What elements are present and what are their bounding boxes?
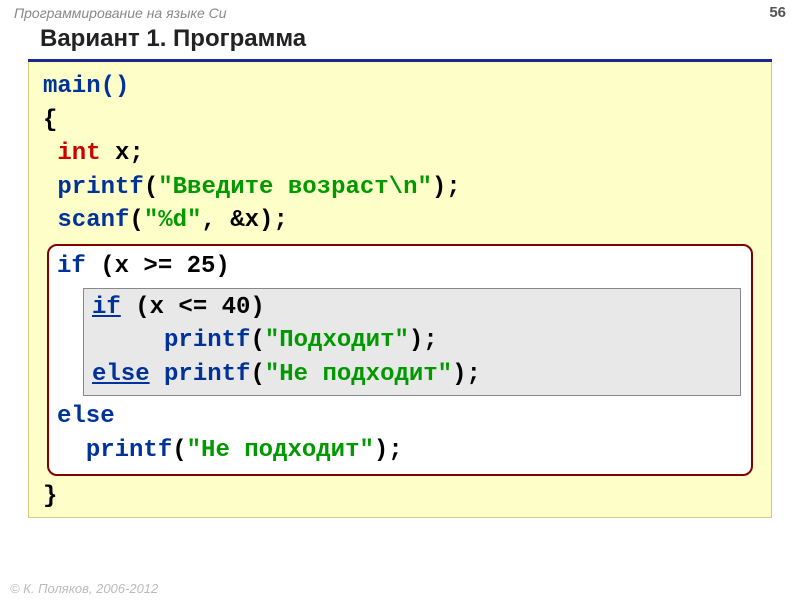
kw-printf: printf	[57, 174, 143, 201]
code-line: printf("Подходит");	[92, 324, 732, 358]
kw-scanf: scanf	[57, 207, 129, 234]
code-line: if (x >= 25)	[57, 250, 741, 284]
code-line: printf("Введите возраст\n");	[43, 171, 757, 205]
code-line: }	[43, 480, 757, 514]
course-name: Программирование на языке Си	[14, 5, 227, 21]
code-line: {	[43, 104, 757, 138]
kw-else: else	[57, 403, 115, 430]
string: "Введите возраст\n"	[158, 174, 432, 201]
footer-copyright: © К. Поляков, 2006-2012	[10, 581, 158, 596]
string: "%d"	[144, 207, 202, 234]
kw-if: if	[57, 253, 86, 280]
string: "Подходит"	[265, 327, 409, 354]
kw-else: else	[92, 361, 150, 388]
inner-highlight-box: if (x <= 40) printf("Подходит"); else pr…	[83, 288, 741, 397]
kw-printf: printf	[164, 361, 250, 388]
kw-main: main()	[43, 73, 129, 100]
code-line: printf("Не подходит");	[57, 434, 741, 468]
kw-int: int	[57, 140, 100, 167]
code-line: scanf("%d", &x);	[43, 204, 757, 238]
code-block: main() { int x; printf("Введите возраст\…	[28, 62, 772, 518]
string: "Не подходит"	[187, 437, 374, 464]
slide-title: Вариант 1. Программа	[0, 23, 800, 59]
code-line: int x;	[43, 137, 757, 171]
code-line: main()	[43, 70, 757, 104]
slide-header: Программирование на языке Си 56	[0, 0, 800, 23]
code-line: if (x <= 40)	[92, 291, 732, 325]
kw-if: if	[92, 294, 121, 321]
code-line: else	[57, 400, 741, 434]
string: "Не подходит"	[265, 361, 452, 388]
code-line: else printf("Не подходит");	[92, 358, 732, 392]
kw-printf: printf	[164, 327, 250, 354]
page-number: 56	[769, 4, 786, 21]
kw-printf: printf	[86, 437, 172, 464]
outer-highlight-box: if (x >= 25) if (x <= 40) printf("Подход…	[47, 244, 753, 476]
